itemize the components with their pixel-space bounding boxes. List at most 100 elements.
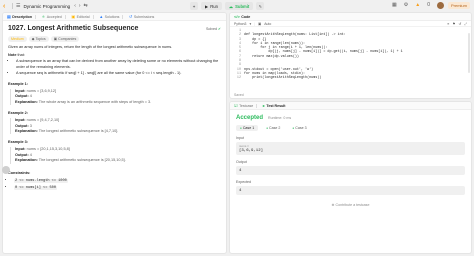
tab-label: Code — [241, 14, 251, 19]
input-param-name: nums = — [239, 144, 249, 148]
tab-description[interactable]: ▤ Description — [7, 14, 32, 19]
case-label: Case 1 — [242, 126, 255, 130]
history-icon: ↺ — [129, 14, 133, 19]
debug-button[interactable]: ✦ — [190, 2, 198, 10]
editor-scrollbar[interactable] — [468, 33, 470, 73]
expand-icon[interactable]: ⤢ — [464, 22, 467, 26]
chevron-left-icon[interactable]: ‹ — [74, 3, 76, 9]
constraints-list: 2 <= nums.length <= 1000 0 <= nums[i] <=… — [14, 177, 221, 191]
code-text: print(longestArithSeqLength(nums)) — [244, 76, 322, 81]
code-text: return max(dp.values()) — [244, 54, 299, 59]
expected-label: Expected — [236, 180, 251, 184]
example-block: Input: nums = [3,6,9,12] Output: 4 Expla… — [10, 89, 221, 106]
language-select[interactable]: Python3 — [234, 22, 246, 26]
notes-list: A subsequence is an array that can be de… — [16, 59, 221, 76]
expected-box: 4 — [236, 186, 465, 195]
reset-icon[interactable]: ↺ — [458, 22, 461, 26]
input-label: Input — [236, 136, 244, 140]
case-tabs: ● Case 1 ● Case 2 ● Case 3 — [236, 125, 465, 131]
format-icon[interactable]: ≡ — [447, 22, 449, 26]
input-label: Input: — [15, 89, 26, 94]
tab-solutions[interactable]: ▲ Solutions — [99, 14, 119, 19]
constraint-text: 2 <= nums.length <= 1000 — [14, 178, 68, 183]
chevron-right-icon[interactable]: › — [79, 3, 81, 9]
bookmark-icon[interactable]: ⚑ — [452, 22, 455, 26]
run-label: Run — [210, 3, 218, 9]
case-tab-1[interactable]: ● Case 1 — [236, 125, 259, 131]
list-icon[interactable]: ☰ — [16, 3, 20, 9]
settings-icon[interactable]: ⚙ — [404, 3, 408, 8]
explanation-value: The longest arithmetic subsequence is [2… — [38, 158, 126, 163]
pass-dot-icon: ● — [266, 126, 269, 130]
input-label: Input: — [15, 147, 26, 152]
example-explanation: Explanation: The whole array is an arith… — [15, 100, 221, 105]
premium-button[interactable]: Premium — [447, 2, 470, 9]
problem-list-title[interactable]: Dynamic Programming — [23, 4, 70, 9]
input-value: nums = [3,6,9,12] — [26, 89, 57, 94]
divider — [256, 103, 257, 108]
cloud-upload-icon: ☁ — [228, 3, 234, 9]
pass-dot-icon: ● — [240, 126, 242, 130]
problem-statement: Given an array nums of integers, return … — [8, 45, 173, 49]
output-label: Output — [236, 160, 247, 164]
editor-actions: ≡ ⚑ ↺ ⤢ — [447, 22, 467, 26]
tab-code[interactable]: </> Code — [234, 14, 250, 19]
notes-button[interactable]: ✎ — [256, 2, 265, 10]
description-body: 1027. Longest Arithmetic Subsequence Sol… — [3, 21, 226, 195]
tab-label: Editorial — [76, 14, 90, 19]
example-explanation: Explanation: The longest arithmetic subs… — [15, 158, 221, 163]
book-icon: ▣ — [71, 14, 76, 19]
tab-accepted[interactable]: ⚛ Accepted — [42, 14, 62, 19]
explanation-label: Explanation: — [15, 158, 38, 163]
check-circle-icon: ✔ — [217, 26, 221, 31]
checkbox-icon: ☑ — [234, 103, 238, 108]
play-icon: ▶ — [205, 3, 209, 9]
title-row: 1027. Longest Arithmetic Subsequence Sol… — [8, 25, 221, 32]
mode-label[interactable]: Auto — [264, 22, 271, 26]
companies-chip[interactable]: ▣ Companies — [50, 36, 80, 42]
result-tabs: ☑ Testcase ▸ Test Result — [230, 102, 471, 110]
tab-editorial[interactable]: ▣ Editorial — [71, 14, 89, 19]
example-block: Input: nums = [9,4,7,2,10] Output: 3 Exp… — [10, 118, 221, 135]
tab-submissions[interactable]: ↺ Submissions — [129, 14, 154, 19]
tab-label: Test Result — [266, 103, 286, 108]
leetcode-logo-icon[interactable]: ‹ — [3, 3, 9, 10]
chevron-down-icon[interactable]: ▾ — [249, 22, 251, 26]
description-tabs: ▤ Description ⚛ Accepted ▣ Editorial ▲ Solut… — [3, 13, 226, 21]
terminal-icon: ▸ — [262, 103, 265, 108]
pass-dot-icon: ● — [292, 126, 295, 130]
list-item: 2 <= nums.length <= 1000 — [14, 177, 221, 184]
avatar[interactable] — [436, 2, 444, 9]
example-title: Example 2: — [8, 111, 29, 116]
explanation-label: Explanation: — [15, 129, 38, 134]
companies-label: Companies — [58, 37, 77, 41]
tab-testcase[interactable]: ☑ Testcase — [234, 103, 253, 108]
case-tab-3[interactable]: ● Case 3 — [288, 125, 310, 131]
input-value: [3,6,9,12] — [239, 149, 264, 153]
topics-chip[interactable]: ◆ Topics — [28, 36, 49, 42]
divider — [92, 14, 94, 19]
submit-button[interactable]: ☁ Submit — [224, 2, 254, 10]
code-editor[interactable]: 1 2 def longestArithSeqLength(nums: List[… — [230, 27, 471, 81]
beaker-icon: ▲ — [99, 14, 104, 19]
shuffle-icon[interactable]: ⇆ — [84, 3, 88, 9]
divider: | — [254, 21, 256, 26]
top-bar: ‹ ☰ Dynamic Programming ‹ › ⇆ ✦ ▶ Run ☁ Su… — [0, 0, 474, 12]
case-tab-2[interactable]: ● Case 2 — [262, 125, 284, 131]
fire-icon[interactable]: ▲ — [415, 3, 420, 8]
note-suffix: that: — [16, 53, 25, 58]
run-button[interactable]: ▶ Run — [201, 2, 222, 10]
panel-handle[interactable] — [2, 166, 10, 174]
solved-label: Solved — [205, 26, 217, 31]
explanation-label: Explanation: — [15, 99, 38, 104]
case-label: Case 2 — [269, 126, 281, 130]
layout-icon[interactable]: ▦ — [392, 3, 397, 8]
contribute-testcase-link[interactable]: ⊕ Contribute a testcase — [236, 203, 465, 207]
explanation-value: The whole array is an arithmetic sequenc… — [38, 99, 152, 104]
explanation-value: The longest arithmetic subsequence is [4… — [38, 129, 119, 134]
tab-test-result[interactable]: ▸ Test Result — [263, 103, 286, 108]
code-panel: </> Code Python3 ▾ | ▣ Auto ≡ ⚑ ↺ ⤢ 1 2 de… — [229, 12, 472, 99]
status-row: Accepted Runtime: 0 ms — [236, 115, 465, 121]
output-value: 4 — [29, 94, 32, 99]
problem-title[interactable]: 1027. Longest Arithmetic Subsequence — [8, 25, 138, 32]
